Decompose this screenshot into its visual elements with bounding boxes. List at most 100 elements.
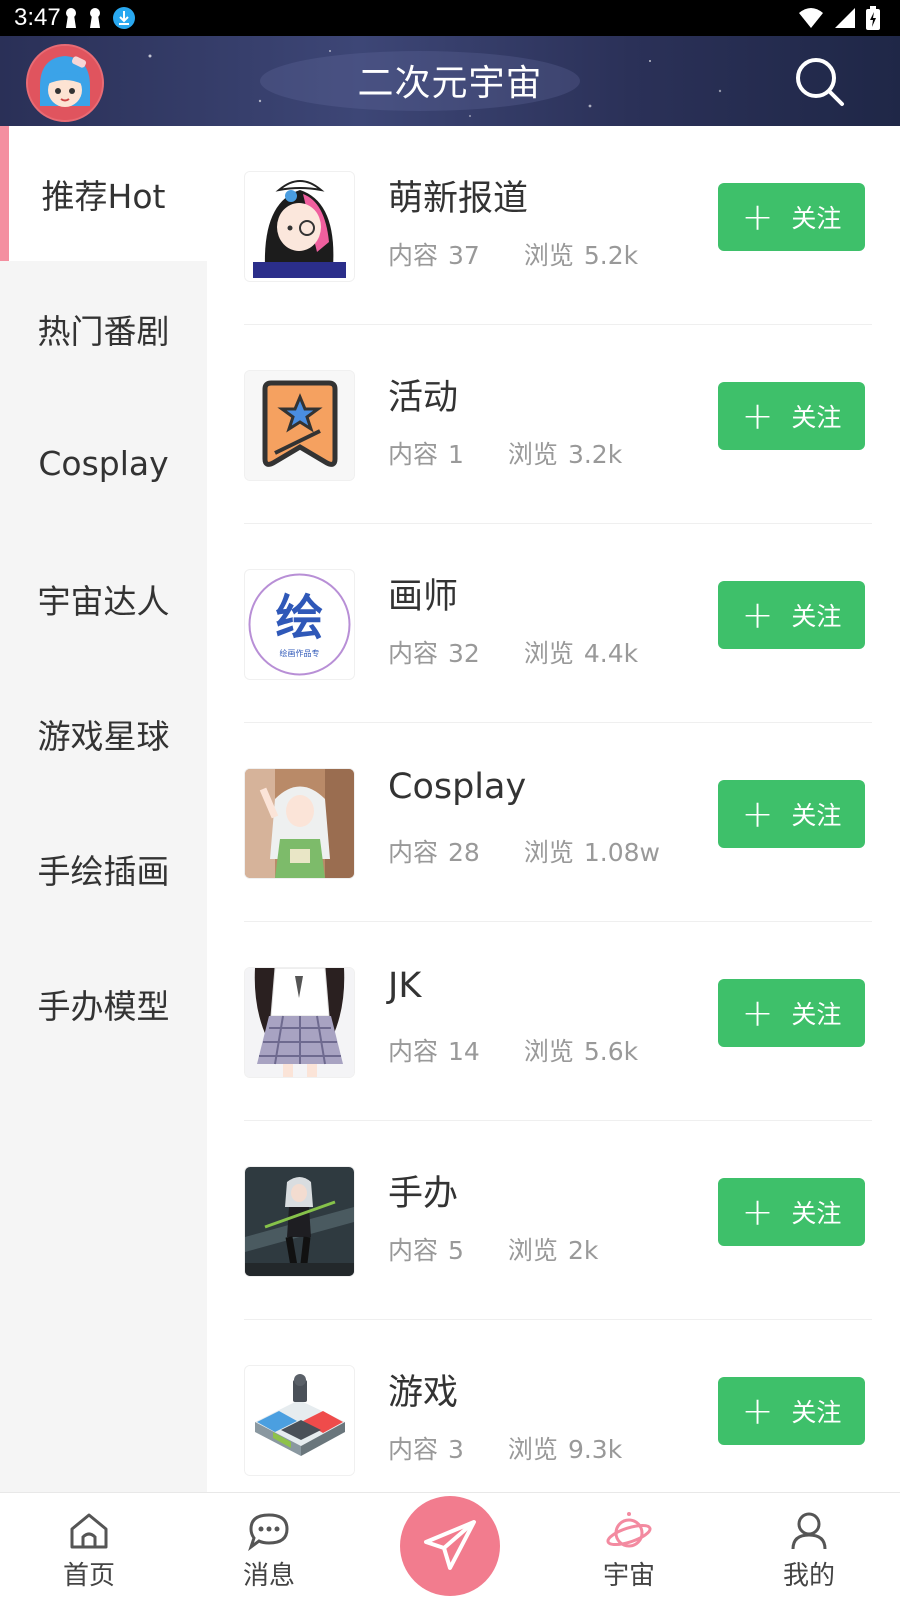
nav-home[interactable]: 首页 (14, 1493, 164, 1601)
follow-button[interactable]: + 关注 (718, 581, 865, 649)
list-item[interactable]: JK 内容 14 浏览 5.6k + 关注 (207, 922, 900, 1121)
list-item[interactable]: 游戏 内容 3 浏览 9.3k + 关注 (207, 1320, 900, 1492)
list-item[interactable]: 手办 内容 5 浏览 2k + 关注 (207, 1121, 900, 1320)
content-count: 14 (448, 1037, 480, 1066)
app-header: 二次元宇宙 (0, 36, 900, 126)
content-count: 37 (448, 241, 480, 270)
topic-thumbnail (244, 967, 355, 1078)
planet-icon (606, 1512, 652, 1548)
follow-button[interactable]: + 关注 (718, 183, 865, 251)
content-count-label: 内容 (388, 1435, 439, 1464)
topic-name: 手办 (388, 1174, 459, 1214)
sidebar-item-game-planet[interactable]: 游戏星球 (0, 666, 207, 801)
follow-button[interactable]: + 关注 (718, 1178, 865, 1246)
message-icon (248, 1513, 289, 1551)
send-icon (424, 1520, 476, 1570)
topic-name: JK (388, 966, 422, 1006)
sidebar-item-label: 推荐Hot (41, 176, 166, 216)
topic-stats: 内容 1 浏览 3.2k (388, 435, 666, 471)
plus-icon: + (741, 991, 774, 1035)
follow-label: 关注 (791, 602, 842, 631)
topic-thumbnail (244, 171, 355, 282)
follow-button[interactable]: + 关注 (718, 780, 865, 848)
signal-icon (835, 8, 855, 28)
topic-stats: 内容 32 浏览 4.4k (388, 634, 682, 670)
views-count: 2k (567, 1236, 599, 1265)
search-icon (796, 58, 844, 106)
follow-button[interactable]: + 关注 (718, 979, 865, 1047)
topic-name: 画师 (388, 577, 459, 617)
nav-label: 消息 (242, 1561, 295, 1591)
search-button[interactable] (792, 54, 848, 110)
sidebar-item-illustration[interactable]: 手绘插画 (0, 801, 207, 936)
views-count: 5.6k (583, 1037, 639, 1066)
topic-name: Cosplay (388, 767, 527, 807)
topic-thumbnail (244, 1365, 355, 1476)
sidebar-item-label: Cosplay (38, 444, 169, 483)
topic-name: 萌新报道 (388, 179, 529, 219)
topic-thumbnail: 绘 绘画作品专 (244, 569, 355, 680)
plus-icon: + (741, 394, 774, 438)
jk-uniform-photo-icon (245, 968, 354, 1077)
plus-icon: + (741, 593, 774, 637)
status-time: 3:47 (14, 4, 61, 31)
download-icon (113, 7, 135, 29)
plus-icon: + (741, 792, 774, 836)
list-item[interactable]: 活动 内容 1 浏览 3.2k + 关注 (207, 325, 900, 524)
content-count: 1 (448, 440, 464, 469)
home-icon (70, 1513, 108, 1549)
nav-label: 首页 (62, 1561, 115, 1591)
sidebar-item-universe-expert[interactable]: 宇宙达人 (0, 531, 207, 666)
nav-label: 我的 (782, 1561, 835, 1591)
thumb-text: 绘 (275, 590, 323, 646)
views-count: 9.3k (567, 1435, 623, 1464)
follow-label: 关注 (791, 1398, 842, 1427)
plus-icon: + (741, 1190, 774, 1234)
views-count-label: 浏览 (523, 1037, 574, 1066)
views-count: 3.2k (567, 440, 623, 469)
sidebar-item-recommend-hot[interactable]: 推荐Hot (0, 126, 207, 261)
sidebar-item-label: 游戏星球 (37, 716, 170, 756)
status-bar: 3:47 (0, 0, 900, 36)
figure-photo-icon (245, 1167, 354, 1276)
follow-button[interactable]: + 关注 (718, 1377, 865, 1445)
list-item[interactable]: 萌新报道 内容 37 浏览 5.2k + 关注 (207, 126, 900, 325)
nav-label: 宇宙 (602, 1561, 655, 1591)
page-title: 二次元宇宙 (357, 63, 543, 104)
anime-girl-icon (245, 172, 354, 281)
plus-icon: + (741, 195, 774, 239)
painter-logo-icon: 绘 绘画作品专 (248, 573, 351, 676)
publish-button[interactable] (400, 1496, 500, 1596)
topic-name: 游戏 (388, 1373, 459, 1413)
nav-messages[interactable]: 消息 (194, 1493, 344, 1601)
topic-stats: 内容 37 浏览 5.2k (388, 236, 682, 272)
sidebar-item-label: 宇宙达人 (37, 581, 170, 621)
cosplay-photo-icon (245, 769, 354, 878)
topic-stats: 内容 5 浏览 2k (388, 1231, 642, 1267)
nav-profile[interactable]: 我的 (734, 1493, 884, 1601)
game-console-icon (245, 1366, 354, 1475)
sidebar-item-hot-anime[interactable]: 热门番剧 (0, 261, 207, 396)
views-count-label: 浏览 (523, 639, 574, 668)
views-count: 5.2k (583, 241, 639, 270)
sidebar-item-cosplay[interactable]: Cosplay (0, 396, 207, 531)
follow-button[interactable]: + 关注 (718, 382, 865, 450)
content-count-label: 内容 (388, 1037, 439, 1066)
sidebar-item-label: 手办模型 (37, 986, 170, 1026)
list-item[interactable]: Cosplay 内容 28 浏览 1.08w + 关注 (207, 723, 900, 922)
sidebar-item-figures[interactable]: 手办模型 (0, 936, 207, 1071)
content-count-label: 内容 (388, 1236, 439, 1265)
content-count: 32 (448, 639, 480, 668)
content-count: 3 (448, 1435, 464, 1464)
views-count-label: 浏览 (523, 241, 574, 270)
content-count: 28 (448, 838, 480, 867)
thumb-subtext: 绘画作品专 (280, 648, 320, 658)
list-item[interactable]: 绘 绘画作品专 画师 内容 32 浏览 4.4k + 关注 (207, 524, 900, 723)
topic-name: 活动 (388, 378, 459, 418)
follow-label: 关注 (791, 1199, 842, 1228)
follow-label: 关注 (791, 403, 842, 432)
views-count-label: 浏览 (507, 1435, 558, 1464)
nav-universe[interactable]: 宇宙 (554, 1493, 704, 1601)
views-count: 4.4k (583, 639, 639, 668)
category-sidebar: 推荐Hot 热门番剧 Cosplay 宇宙达人 游戏星球 手绘插画 手办模型 (0, 126, 207, 1492)
